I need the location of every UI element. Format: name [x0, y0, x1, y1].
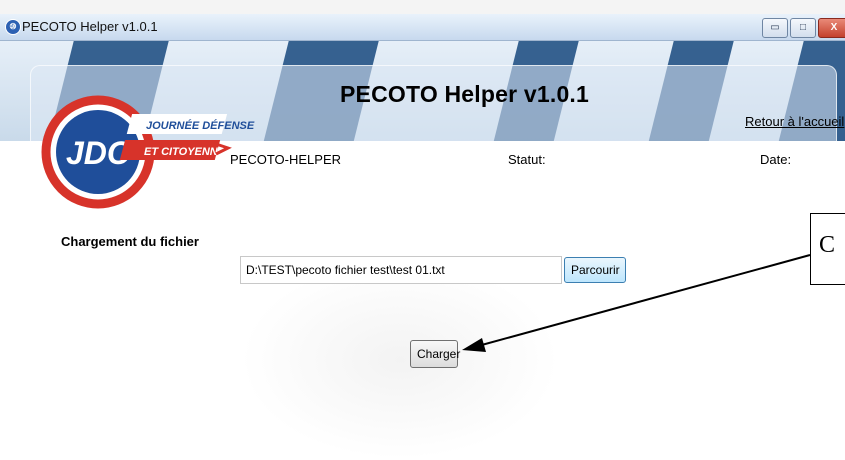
- home-link[interactable]: Retour à l'accueil: [745, 114, 844, 129]
- top-screen-strip: [0, 0, 845, 15]
- logo-letters: JDC: [66, 135, 131, 171]
- window-title: PECOTO Helper v1.0.1: [22, 19, 158, 34]
- close-button[interactable]: X: [818, 18, 845, 38]
- jdc-logo: JDC JOURNÉE DÉFENSE ET CITOYENNETÉ: [41, 95, 255, 209]
- app-icon: ⑩: [5, 19, 21, 35]
- load-button[interactable]: Charger: [410, 340, 460, 368]
- banner-title: PECOTO Helper v1.0.1: [340, 81, 590, 107]
- window-titlebar: ⑩ PECOTO Helper v1.0.1 ▭ □ X: [0, 14, 845, 41]
- callout-text: C: [819, 232, 836, 258]
- logo-line1: JOURNÉE DÉFENSE: [146, 119, 255, 132]
- browse-button[interactable]: Parcourir: [564, 257, 626, 283]
- date-label: Date:: [760, 152, 792, 167]
- watermark-logo: [240, 260, 560, 460]
- file-path-input[interactable]: [240, 256, 562, 284]
- maximize-button[interactable]: □: [790, 18, 816, 38]
- minimize-button[interactable]: ▭: [762, 18, 788, 38]
- status-label: Statut:: [508, 152, 546, 167]
- file-loading-label: Chargement du fichier: [61, 234, 199, 249]
- annotation-callout-box: C: [810, 213, 845, 285]
- app-name-label: PECOTO-HELPER: [230, 152, 342, 167]
